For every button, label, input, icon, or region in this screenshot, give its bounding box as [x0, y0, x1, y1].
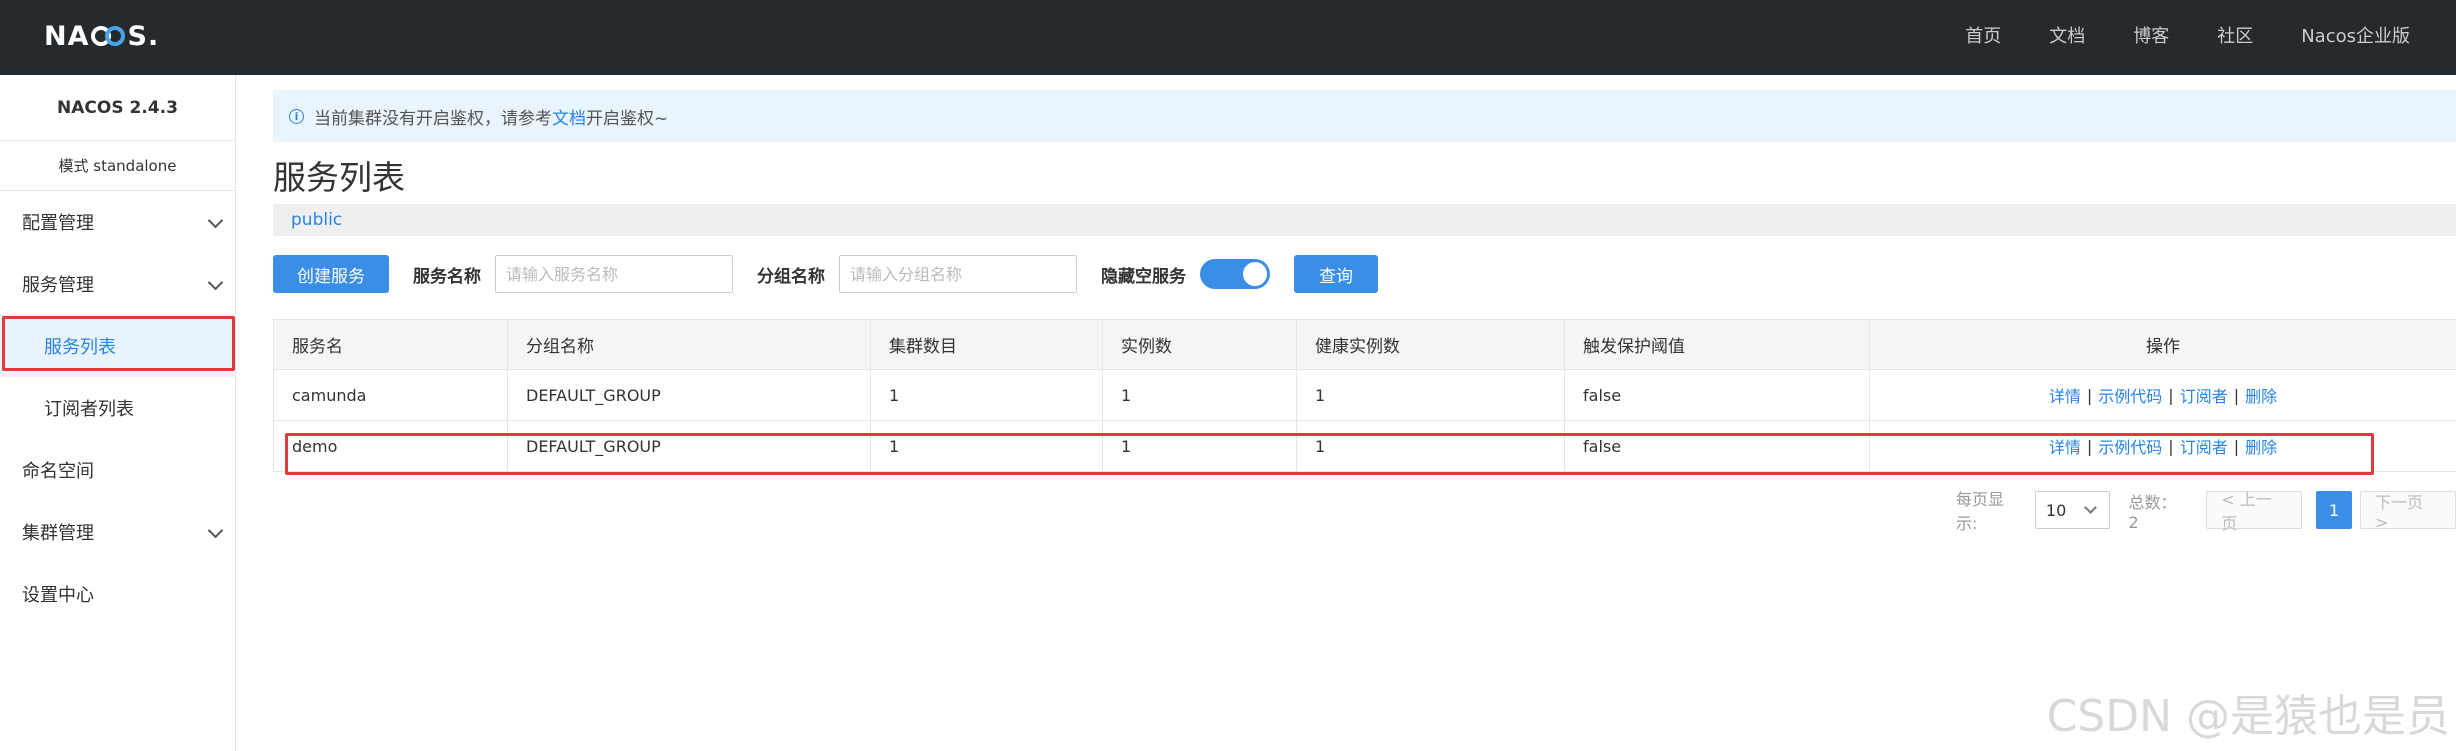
service-name-label: 服务名称	[413, 266, 481, 287]
current-page-button[interactable]: 1	[2316, 491, 2352, 529]
nav-enterprise[interactable]: Nacos企业版	[2301, 22, 2410, 48]
cell-service-name: camunda	[273, 370, 507, 420]
sidebar-item-label: 订阅者列表	[44, 399, 134, 420]
group-name-label: 分组名称	[757, 266, 825, 287]
sidebar-item-label: 集群管理	[22, 523, 94, 544]
delete-link[interactable]: 删除	[2245, 383, 2277, 407]
top-navbar: NA S. 首页 文档 博客 社区 Nacos企业版	[0, 0, 2456, 75]
cell-instance-count: 1	[1102, 370, 1296, 420]
pagination: 每页显示: 10 总数：2 < 上一页 1 下一页 >	[1956, 490, 2456, 533]
nav-home[interactable]: 首页	[1965, 22, 2001, 48]
hide-empty-toggle[interactable]	[1200, 259, 1270, 289]
prev-page-button[interactable]: < 上一页	[2206, 490, 2303, 533]
create-service-button[interactable]: 创建服务	[273, 255, 389, 293]
sidebar: NACOS 2.4.3 模式 standalone 配置管理 服务管理 服务列表…	[0, 75, 236, 751]
page-title: 服务列表	[273, 158, 405, 197]
toggle-knob	[1243, 262, 1267, 286]
service-name-input[interactable]	[495, 255, 733, 293]
mode-label: 模式 standalone	[0, 141, 235, 191]
notice-text: 当前集群没有开启鉴权，请参考	[314, 108, 552, 129]
col-header-actions: 操作	[1869, 320, 2456, 369]
sidebar-item-label: 设置中心	[22, 585, 94, 606]
query-button[interactable]: 查询	[1294, 255, 1378, 293]
per-page-value: 10	[2045, 500, 2067, 520]
next-page-button[interactable]: 下一页 >	[2359, 491, 2456, 532]
nacos-logo[interactable]: NA S.	[44, 20, 159, 52]
cell-actions: 详情 | 示例代码 | 订阅者 | 删除	[1869, 370, 2456, 420]
nav-blog[interactable]: 博客	[2133, 22, 2169, 48]
sidebar-item-settings[interactable]: 设置中心	[0, 563, 235, 625]
cell-cluster-count: 1	[870, 370, 1102, 420]
search-toolbar: 创建服务 服务名称 分组名称 隐藏空服务 查询	[273, 255, 2456, 293]
table-row: camunda DEFAULT_GROUP 1 1 1 false 详情 | 示例代…	[273, 370, 2456, 421]
chevron-down-icon	[207, 274, 224, 291]
info-icon: i	[289, 108, 304, 124]
per-page-select[interactable]: 10	[2034, 491, 2111, 529]
total-count: 总数：2	[2128, 492, 2177, 532]
nav-docs[interactable]: 文档	[2049, 22, 2085, 48]
sidebar-item-namespace[interactable]: 命名空间	[0, 439, 235, 501]
cell-healthy-count: 1	[1296, 370, 1564, 420]
cell-protect-threshold: false	[1564, 370, 1869, 420]
auth-notice: i 当前集群没有开启鉴权，请参考 文档 开启鉴权~	[273, 90, 2456, 142]
highlight-box-sidebar	[2, 316, 235, 371]
notice-doc-link[interactable]: 文档	[552, 104, 586, 129]
chevron-down-icon	[207, 212, 224, 229]
nav-community[interactable]: 社区	[2217, 22, 2253, 48]
top-nav-links: 首页 文档 博客 社区 Nacos企业版	[1917, 0, 2410, 70]
sidebar-item-service-management[interactable]: 服务管理	[0, 253, 235, 315]
sidebar-item-label: 命名空间	[22, 461, 94, 482]
hide-empty-label: 隐藏空服务	[1101, 266, 1186, 287]
col-header-protect-threshold: 触发保护阈值	[1564, 320, 1869, 369]
table-header-row: 服务名 分组名称 集群数目 实例数 健康实例数 触发保护阈值 操作	[273, 320, 2456, 370]
cell-group-name: DEFAULT_GROUP	[507, 370, 870, 420]
sidebar-item-cluster-management[interactable]: 集群管理	[0, 501, 235, 563]
col-header-cluster-count: 集群数目	[870, 320, 1102, 369]
sidebar-item-subscriber-list[interactable]: 订阅者列表	[0, 377, 235, 439]
sample-code-link[interactable]: 示例代码	[2098, 383, 2162, 407]
group-name-input[interactable]	[839, 255, 1077, 293]
version-label: NACOS 2.4.3	[0, 75, 235, 141]
subscribers-link[interactable]: 订阅者	[2180, 383, 2228, 407]
sidebar-item-label: 配置管理	[22, 213, 94, 234]
sidebar-item-label: 服务管理	[22, 275, 94, 296]
col-header-service-name: 服务名	[273, 320, 507, 369]
notice-suffix: 开启鉴权~	[586, 108, 669, 129]
namespace-bar: public	[273, 204, 2456, 236]
highlight-box-demo-row	[285, 433, 2374, 475]
main-content: i 当前集群没有开启鉴权，请参考 文档 开启鉴权~ 服务列表 public 创建服务…	[273, 90, 2456, 472]
namespace-public[interactable]: public	[291, 210, 342, 230]
details-link[interactable]: 详情	[2049, 383, 2081, 407]
col-header-healthy-count: 健康实例数	[1296, 320, 1564, 369]
col-header-group-name: 分组名称	[507, 320, 870, 369]
chevron-down-icon	[2084, 501, 2098, 514]
per-page-label: 每页显示:	[1956, 490, 2005, 533]
chevron-down-icon	[207, 522, 224, 539]
csdn-watermark: CSDN @是猿也是员	[2046, 691, 2450, 742]
logo-rings-icon	[90, 25, 127, 47]
col-header-instance-count: 实例数	[1102, 320, 1296, 369]
sidebar-item-config-management[interactable]: 配置管理	[0, 191, 235, 253]
